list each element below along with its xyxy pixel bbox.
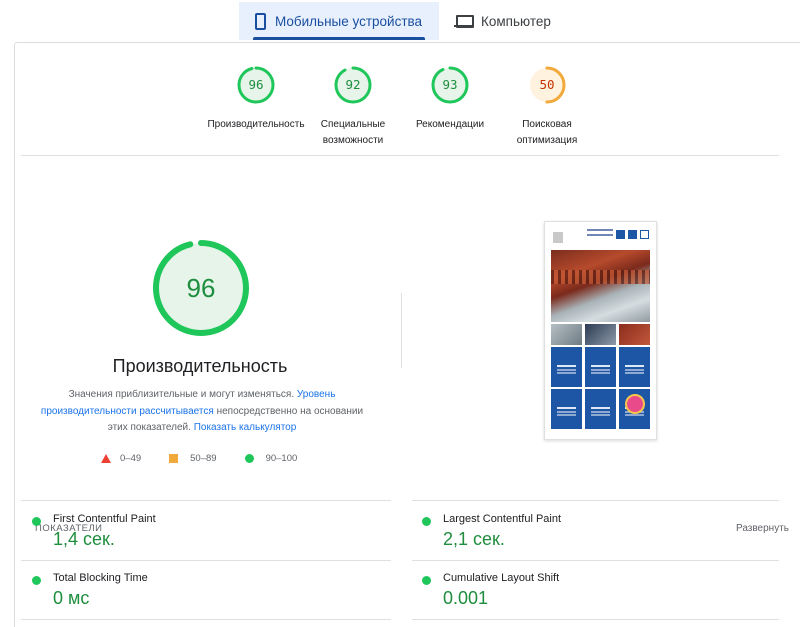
green-circle-icon — [422, 576, 431, 585]
metric-divider — [21, 500, 391, 501]
metric-name: Total Blocking Time — [53, 572, 148, 584]
report-card: 96 Производительность 92 Специальные воз… — [14, 42, 800, 627]
gauge-label-line1: Специальные — [320, 119, 386, 130]
preview-tile — [551, 347, 582, 387]
metric-name: First Contentful Paint — [53, 513, 156, 525]
metric-divider — [21, 560, 391, 561]
laptop-icon — [454, 14, 474, 28]
gauge-label: Рекомендации — [395, 117, 505, 133]
preview-tile — [585, 389, 616, 429]
gauge-seo[interactable]: 50 Поисковая оптимизация — [492, 65, 602, 149]
green-circle-icon — [32, 576, 41, 585]
red-triangle-icon — [101, 453, 111, 463]
gauge-label-line2: возможности — [322, 135, 384, 146]
show-calculator-link[interactable]: Показать калькулятор — [194, 422, 297, 433]
device-tabs: Мобильные устройства Компьютер — [0, 0, 800, 42]
gauge-label: Производительность — [201, 117, 311, 133]
gauge-label: Специальные возможности — [298, 117, 408, 149]
green-circle-icon — [422, 517, 431, 526]
gauge-label-line1: Рекомендации — [415, 119, 485, 130]
preview-hero-image — [551, 250, 650, 322]
preview-logo — [553, 232, 563, 243]
preview-thumbnail — [551, 324, 582, 345]
preview-header — [545, 222, 656, 249]
gauge-score: 50 — [539, 77, 555, 92]
description-text: Значения приблизительные и могут изменят… — [68, 389, 295, 400]
gauge-label-line1: Производительность — [207, 119, 305, 130]
gauge-performance[interactable]: 96 Производительность — [201, 65, 311, 133]
preview-tile — [619, 347, 650, 387]
metric-name: Cumulative Layout Shift — [443, 572, 560, 584]
gauge-label-line2: оптимизация — [516, 135, 578, 146]
tab-mobile-label: Мобильные устройства — [275, 13, 423, 29]
metric-divider — [412, 619, 779, 620]
tab-mobile[interactable]: Мобильные устройства — [239, 2, 439, 40]
divider — [21, 155, 779, 156]
metric-divider — [412, 560, 779, 561]
gauge-score: 92 — [345, 77, 361, 92]
preview-badge-image — [625, 394, 645, 414]
orange-square-icon — [169, 453, 179, 463]
preview-thumbnail — [619, 324, 650, 345]
performance-gauge: 96 — [151, 238, 251, 338]
legend-fail: 0–49 — [101, 453, 141, 464]
metric-name: Largest Contentful Paint — [443, 513, 562, 525]
metric-value: 0.001 — [443, 588, 489, 608]
preview-button — [628, 230, 637, 239]
preview-phone-text — [587, 229, 613, 231]
metric-value: 0 мс — [53, 588, 90, 608]
tab-desktop[interactable]: Компьютер — [450, 2, 590, 40]
gauge-accessibility[interactable]: 92 Специальные возможности — [298, 65, 408, 149]
legend-pass: 90–100 — [244, 452, 298, 464]
preview-thumbnail — [585, 324, 616, 345]
gauge-label-line1: Поисковая — [522, 119, 572, 130]
performance-title: Производительность — [112, 356, 288, 376]
preview-tile — [551, 389, 582, 429]
score-legend: 0–49 50–89 90–100 — [101, 451, 325, 465]
metric-divider — [21, 619, 391, 620]
metric-divider — [412, 500, 779, 501]
metric-value: 1,4 сек. — [53, 529, 115, 549]
preview-tile — [585, 347, 616, 387]
legend-average: 50–89 — [169, 452, 217, 464]
preview-menu-icon — [640, 230, 649, 239]
gauge-score: 93 — [442, 77, 458, 92]
performance-score: 96 — [186, 273, 216, 303]
category-gauges: 96 Производительность 92 Специальные воз… — [15, 65, 800, 165]
page-screenshot-preview[interactable] — [544, 221, 657, 440]
tab-desktop-label: Компьютер — [481, 13, 551, 29]
preview-button — [616, 230, 625, 239]
green-circle-icon — [32, 517, 41, 526]
expand-view-button[interactable]: Развернуть — [736, 523, 789, 534]
legend-pass-label: 90–100 — [265, 452, 298, 464]
legend-fail-label: 0–49 — [120, 452, 142, 464]
gauge-label: Поисковая оптимизация — [492, 117, 602, 149]
performance-description: Значения приблизительные и могут изменят… — [37, 387, 367, 437]
smartphone-icon — [255, 12, 266, 30]
vertical-divider — [401, 293, 402, 368]
legend-average-label: 50–89 — [190, 452, 217, 464]
metric-value: 2,1 сек. — [443, 529, 505, 549]
gauge-score: 96 — [248, 77, 264, 92]
gauge-best-practices[interactable]: 93 Рекомендации — [395, 65, 505, 133]
green-circle-icon — [244, 453, 254, 463]
